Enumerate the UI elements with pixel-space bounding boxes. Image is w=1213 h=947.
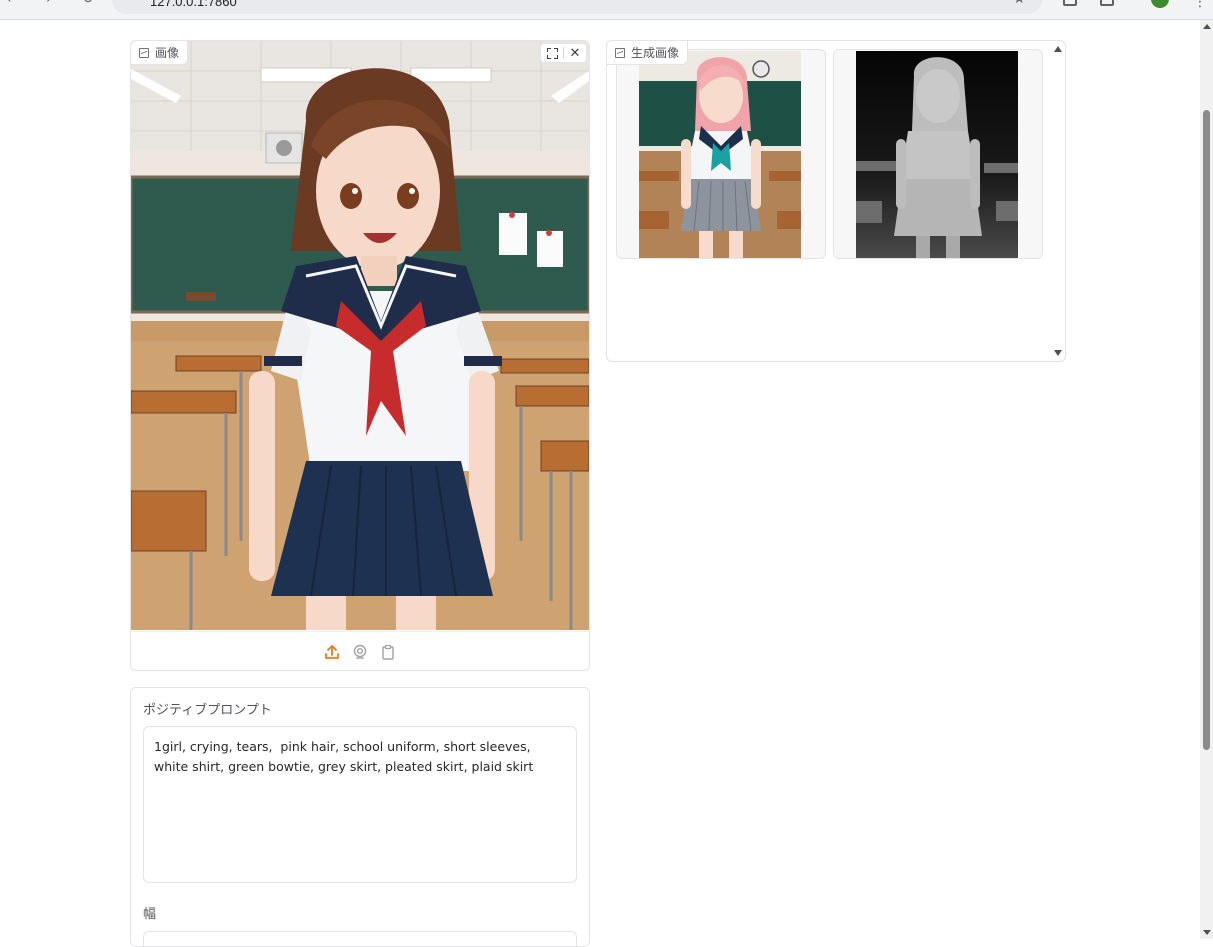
reload-icon[interactable]: ↻ bbox=[82, 0, 94, 7]
clipboard-button[interactable] bbox=[380, 644, 396, 660]
generated-depth-image bbox=[856, 51, 1018, 258]
fullscreen-button[interactable] bbox=[541, 44, 563, 62]
browser-toolbar: ‹ › ↻ 127.0.0.1:7860 ★ ⋮ bbox=[0, 0, 1213, 20]
url-text[interactable]: 127.0.0.1:7860 bbox=[150, 0, 237, 9]
forward-icon[interactable]: › bbox=[46, 0, 52, 7]
input-image-label-text: 画像 bbox=[155, 46, 180, 60]
gallery-label: 生成画像 bbox=[607, 41, 689, 65]
webcam-button[interactable] bbox=[352, 644, 368, 660]
bookmark-star-icon[interactable]: ★ bbox=[1013, 0, 1026, 7]
width-input[interactable] bbox=[143, 931, 577, 946]
webcam-icon bbox=[353, 644, 367, 659]
clear-image-button[interactable]: ✕ bbox=[564, 44, 586, 62]
scroll-up-icon[interactable] bbox=[1203, 24, 1211, 29]
close-icon: ✕ bbox=[569, 45, 581, 61]
image-icon bbox=[615, 47, 625, 58]
back-icon[interactable]: ‹ bbox=[6, 0, 12, 7]
page-scrollbar[interactable] bbox=[1200, 20, 1213, 939]
fullscreen-icon bbox=[546, 47, 558, 59]
image-icon bbox=[139, 47, 149, 58]
upload-button[interactable] bbox=[324, 644, 340, 660]
kebab-menu-icon[interactable]: ⋮ bbox=[1193, 0, 1207, 10]
sidepanel-icon[interactable] bbox=[1100, 0, 1114, 6]
prompt-panel: ポジティブプロンプト 1girl, crying, tears, pink ha… bbox=[130, 687, 590, 947]
gallery-scroll-up-icon[interactable] bbox=[1054, 46, 1062, 52]
generated-image-1 bbox=[639, 51, 801, 258]
positive-prompt-textarea[interactable]: 1girl, crying, tears, pink hair, school … bbox=[143, 726, 577, 883]
gallery-thumbnail-1[interactable] bbox=[616, 49, 826, 259]
gallery-thumbnail-2[interactable] bbox=[833, 49, 1043, 259]
extensions-icon[interactable] bbox=[1063, 0, 1077, 6]
image-source-tools bbox=[131, 631, 589, 670]
image-toolbar: ✕ bbox=[540, 43, 587, 63]
upload-icon bbox=[325, 644, 339, 659]
gallery-scrollbar[interactable] bbox=[1051, 41, 1065, 361]
scroll-down-icon[interactable] bbox=[1203, 930, 1211, 935]
input-image-panel: 画像 ✕ bbox=[130, 40, 590, 671]
gallery-label-text: 生成画像 bbox=[631, 46, 680, 60]
width-label: 幅 bbox=[143, 907, 157, 922]
address-bar[interactable] bbox=[112, 0, 1042, 14]
prompt-label: ポジティブプロンプト bbox=[143, 703, 272, 718]
gallery-scroll-down-icon[interactable] bbox=[1054, 350, 1062, 356]
source-image[interactable] bbox=[131, 41, 589, 630]
clipboard-icon bbox=[382, 644, 394, 660]
output-gallery-panel: 生成画像 bbox=[606, 40, 1066, 362]
profile-avatar[interactable] bbox=[1151, 0, 1169, 8]
scrollbar-thumb[interactable] bbox=[1203, 110, 1210, 750]
input-image-label: 画像 bbox=[131, 41, 189, 65]
